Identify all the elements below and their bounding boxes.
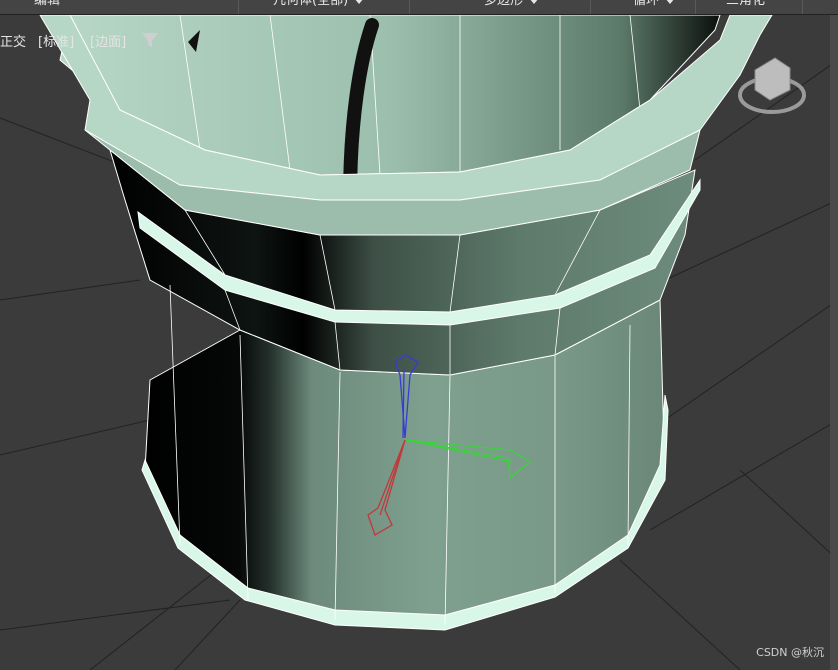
top-toolbar: 编辑 几何体(全部) 多边形 循环 三角化: [0, 0, 838, 15]
viewport-label-shading[interactable]: [标准]: [38, 31, 74, 50]
chevron-down-icon: [665, 0, 676, 4]
menu-edit-label: 编辑: [34, 0, 61, 8]
menu-triangulate[interactable]: 三角化: [696, 0, 803, 14]
menu-geometry-all[interactable]: 几何体(全部): [239, 0, 410, 14]
menu-polygon-label: 多边形: [484, 0, 524, 8]
watermark-text: CSDN @秋沉: [756, 646, 824, 659]
menu-geometry-label: 几何体(全部): [273, 0, 349, 8]
chevron-down-icon: [529, 0, 540, 4]
menu-edit[interactable]: 编辑: [0, 0, 239, 14]
menu-loop[interactable]: 循环: [591, 0, 696, 14]
menu-triangulate-label: 三角化: [726, 0, 766, 8]
chevron-down-icon: [354, 0, 365, 4]
menu-polygon[interactable]: 多边形: [410, 0, 591, 14]
viewport-label-mode[interactable]: [边面]: [90, 31, 126, 50]
right-panel-edge: [830, 15, 838, 670]
view-cube[interactable]: [738, 57, 806, 114]
viewport-scene[interactable]: [0, 15, 838, 670]
viewport-label-view[interactable]: 正交: [0, 31, 26, 50]
menu-loop-label: 循环: [633, 0, 660, 8]
viewport[interactable]: 正交 [标准] [边面]: [0, 15, 838, 670]
